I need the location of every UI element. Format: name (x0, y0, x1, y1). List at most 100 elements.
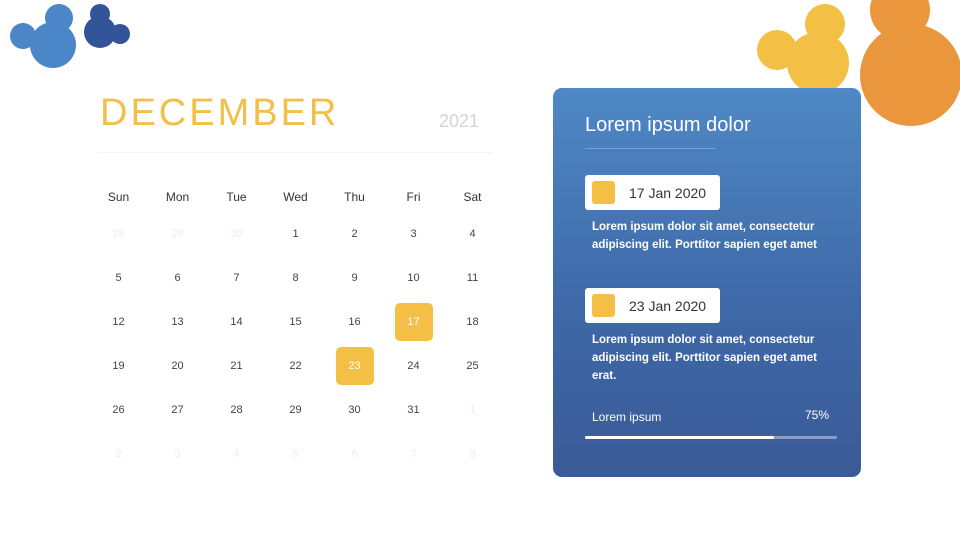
weekday-header-row: Sun Mon Tue Wed Thu Fri Sat (89, 182, 503, 212)
calendar-day-other-month[interactable]: 8 (443, 432, 502, 476)
day-number: 29 (289, 404, 302, 416)
calendar-day[interactable]: 25 (443, 344, 502, 388)
day-number: 3 (174, 448, 181, 460)
calendar-day[interactable]: 5 (89, 256, 148, 300)
weekday-label: Sat (463, 190, 482, 204)
calendar-day[interactable]: 30 (325, 388, 384, 432)
calendar-day[interactable]: 18 (443, 300, 502, 344)
calendar-day-other-month[interactable]: 28 (89, 212, 148, 256)
calendar-day-other-month[interactable]: 6 (325, 432, 384, 476)
day-number: 6 (174, 272, 181, 284)
weekday-label: Sun (107, 190, 130, 204)
day-number: 2 (115, 448, 122, 460)
event-date-badge[interactable]: 17 Jan 2020 (585, 175, 720, 210)
day-number: 20 (171, 360, 184, 372)
calendar-day[interactable]: 1 (266, 212, 325, 256)
day-number: 6 (351, 448, 358, 460)
day-number: 8 (292, 272, 299, 284)
calendar-day-highlighted[interactable]: 23 (325, 344, 384, 388)
calendar-day[interactable]: 3 (384, 212, 443, 256)
progress-bar (585, 436, 837, 439)
calendar-day[interactable]: 11 (443, 256, 502, 300)
day-number: 21 (230, 360, 243, 372)
calendar-day-other-month[interactable]: 4 (207, 432, 266, 476)
calendar-day[interactable]: 24 (384, 344, 443, 388)
calendar-day[interactable]: 2 (325, 212, 384, 256)
calendar-body: 28 29 30 1 2 3 4 5 6 7 8 9 10 11 12 13 14 15 16 17 18 19 20 21 2… (89, 212, 503, 476)
weekday-label: Wed (283, 190, 308, 204)
weekday-label: Mon (165, 190, 190, 204)
day-number: 29 (171, 228, 184, 240)
calendar-day[interactable]: 10 (384, 256, 443, 300)
calendar-day[interactable]: 4 (443, 212, 502, 256)
calendar-day[interactable]: 20 (148, 344, 207, 388)
event-date: 23 Jan 2020 (629, 297, 707, 314)
progress-label: Lorem ipsum (592, 410, 662, 424)
day-number: 26 (112, 404, 125, 416)
calendar-day[interactable]: 31 (384, 388, 443, 432)
calendar-day[interactable]: 21 (207, 344, 266, 388)
calendar-grid: Sun Mon Tue Wed Thu Fri Sat 28 29 30 1 2 3 4 5 6 7 8 9 10 1… (89, 182, 503, 476)
day-number: 4 (233, 448, 240, 460)
calendar-day[interactable]: 28 (207, 388, 266, 432)
mouse-ears-decoration-blue (10, 4, 80, 70)
day-number: 11 (466, 272, 479, 284)
calendar-day-other-month[interactable]: 5 (266, 432, 325, 476)
day-number: 28 (112, 228, 125, 240)
panel-divider (585, 148, 715, 149)
month-title: DECEMBER (100, 92, 340, 134)
calendar-day[interactable]: 9 (325, 256, 384, 300)
day-number: 1 (469, 404, 476, 416)
progress-value: 75% (804, 408, 829, 422)
calendar-day[interactable]: 19 (89, 344, 148, 388)
calendar-day[interactable]: 15 (266, 300, 325, 344)
calendar-day[interactable]: 12 (89, 300, 148, 344)
calendar-week-row: 2 3 4 5 6 7 8 (89, 432, 503, 476)
day-number: 30 (348, 404, 361, 416)
day-number: 3 (410, 228, 417, 240)
calendar-day-highlighted[interactable]: 17 (384, 300, 443, 344)
event-color-swatch (592, 181, 615, 204)
calendar-day[interactable]: 26 (89, 388, 148, 432)
events-panel: Lorem ipsum dolor 17 Jan 2020 Lorem ipsu… (553, 88, 861, 477)
divider (98, 152, 492, 153)
calendar-day-other-month[interactable]: 7 (384, 432, 443, 476)
calendar-day[interactable]: 7 (207, 256, 266, 300)
calendar-day-other-month[interactable]: 3 (148, 432, 207, 476)
day-number: 28 (230, 404, 243, 416)
calendar-day[interactable]: 29 (266, 388, 325, 432)
calendar-day-other-month[interactable]: 1 (443, 388, 502, 432)
day-number: 7 (410, 448, 417, 460)
calendar-day[interactable]: 13 (148, 300, 207, 344)
day-number: 9 (351, 272, 358, 284)
day-number: 25 (466, 360, 479, 372)
calendar-day[interactable]: 22 (266, 344, 325, 388)
calendar-day[interactable]: 14 (207, 300, 266, 344)
calendar-day-other-month[interactable]: 2 (89, 432, 148, 476)
day-number: 5 (292, 448, 299, 460)
calendar-day[interactable]: 6 (148, 256, 207, 300)
weekday-label: Fri (406, 190, 421, 204)
day-number: 10 (407, 272, 420, 284)
day-number: 7 (233, 272, 240, 284)
event-date-badge[interactable]: 23 Jan 2020 (585, 288, 720, 323)
calendar-week-row: 12 13 14 15 16 17 18 (89, 300, 503, 344)
day-number: 27 (171, 404, 184, 416)
calendar-day[interactable]: 27 (148, 388, 207, 432)
calendar-day[interactable]: 8 (266, 256, 325, 300)
day-number: 16 (348, 316, 361, 328)
weekday-label: Thu (344, 190, 365, 204)
day-number: 1 (292, 228, 299, 240)
calendar-day-other-month[interactable]: 30 (207, 212, 266, 256)
calendar-week-row: 28 29 30 1 2 3 4 (89, 212, 503, 256)
day-number: 30 (230, 228, 243, 240)
calendar-day-other-month[interactable]: 29 (148, 212, 207, 256)
event-description: Lorem ipsum dolor sit amet, consectetur … (592, 221, 817, 251)
event-description: Lorem ipsum dolor sit amet, consectetur … (592, 334, 817, 382)
event-color-swatch (592, 294, 615, 317)
calendar-week-row: 19 20 21 22 23 24 25 (89, 344, 503, 388)
calendar-day[interactable]: 16 (325, 300, 384, 344)
progress-fill (585, 436, 774, 439)
day-number: 2 (351, 228, 358, 240)
day-number: 14 (230, 316, 243, 328)
